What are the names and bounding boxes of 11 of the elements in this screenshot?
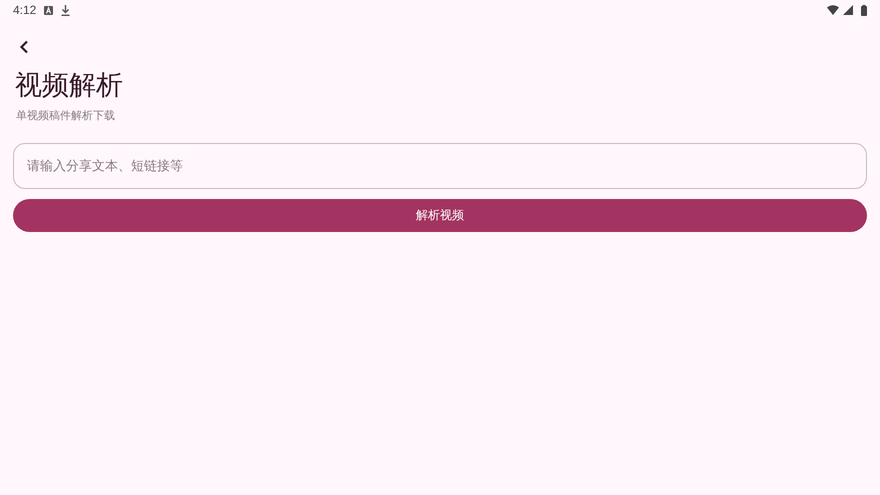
page-subtitle: 单视频稿件解析下载 [16, 108, 116, 123]
battery-icon [861, 4, 867, 16]
back-icon [19, 40, 29, 54]
page-title: 视频解析 [15, 69, 124, 103]
share-text-field[interactable]: 请输入分享文本、短链接等 [13, 143, 867, 189]
status-time: 4:12 [13, 3, 36, 17]
signal-icon [843, 5, 853, 15]
parse-video-button[interactable]: 解析视频 [13, 199, 867, 232]
notification-a-icon [44, 6, 54, 14]
wifi-icon [827, 5, 839, 15]
download-icon [61, 4, 70, 16]
